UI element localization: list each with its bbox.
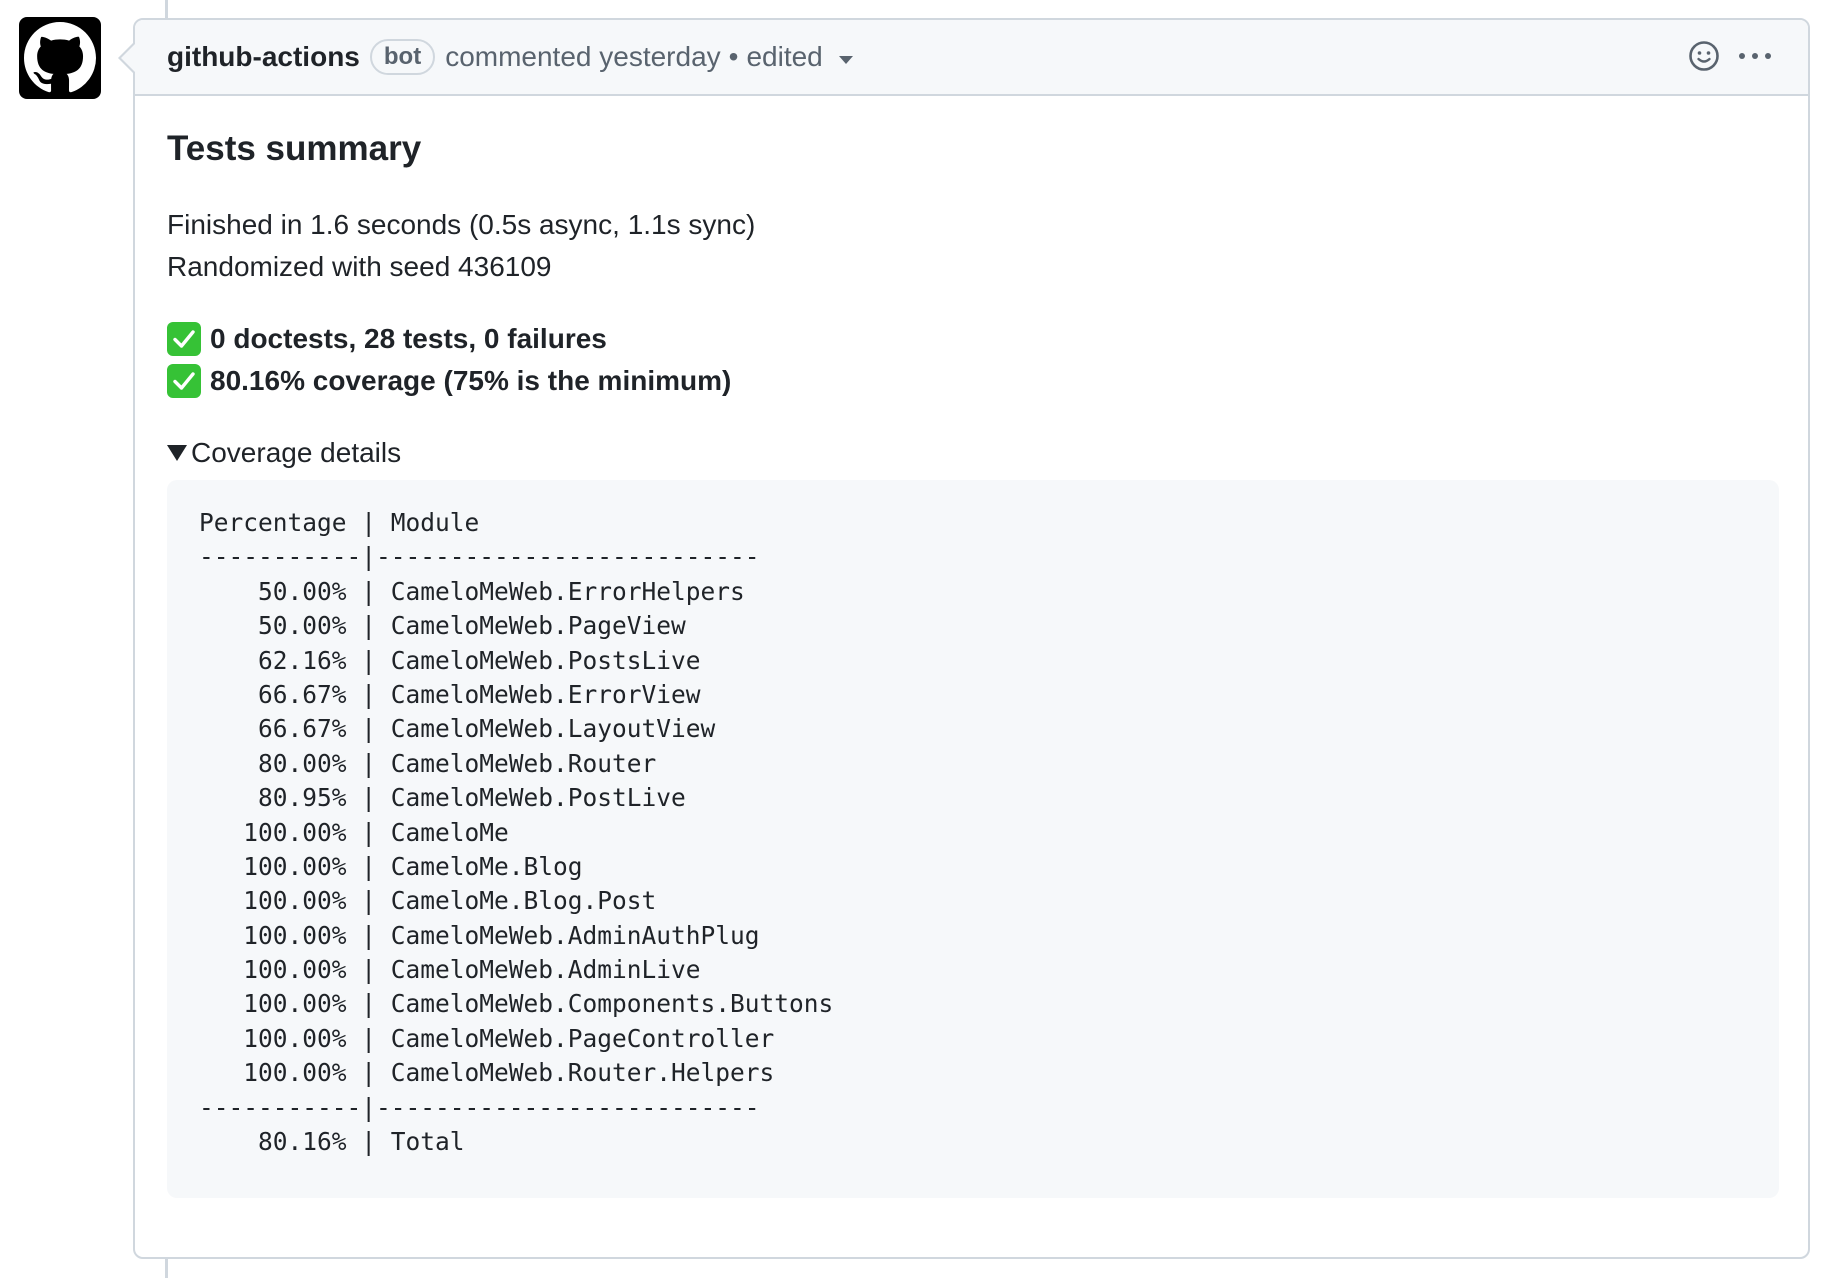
table-row: 100.00% | CameloMeWeb.PageController	[199, 1023, 775, 1053]
coverage-result-text: 80.16% coverage (75% is the minimum)	[210, 365, 732, 396]
table-row: 100.00% | CameloMe.Blog.Post	[199, 886, 657, 916]
tests-result-text: 0 doctests, 28 tests, 0 failures	[210, 323, 607, 354]
white-check-mark-icon	[167, 364, 201, 398]
edited-dropdown[interactable]: edited	[746, 41, 853, 73]
table-row: 100.00% | CameloMe	[199, 817, 509, 847]
table-row: 50.00% | CameloMeWeb.ErrorHelpers	[199, 576, 745, 606]
table-row: 100.00% | CameloMe.Blog	[199, 851, 583, 881]
comment-card: github-actions bot commented yesterday •…	[118, 18, 1810, 1259]
table-header: Percentage | Module	[199, 508, 480, 537]
edited-label: edited	[746, 41, 823, 72]
table-row: 66.67% | CameloMeWeb.LayoutView	[199, 714, 716, 744]
summary-heading: Tests summary	[167, 129, 422, 168]
coverage-code-block: Percentage | Module -----------|---------…	[167, 480, 1779, 1198]
author-link[interactable]: github-actions	[167, 41, 360, 73]
table-row: 100.00% | CameloMeWeb.Components.Buttons	[199, 989, 834, 1019]
header-actions	[1688, 40, 1772, 72]
comment-body: Tests summary Finished in 1.6 seconds (0…	[135, 96, 1808, 1198]
avatar[interactable]	[19, 17, 101, 99]
coverage-result: 80.16% coverage (75% is the minimum)	[167, 360, 1776, 402]
table-row: 62.16% | CameloMeWeb.PostsLive	[199, 645, 701, 675]
table-row: 100.00% | CameloMeWeb.AdminAuthPlug	[199, 920, 760, 950]
table-row: 80.95% | CameloMeWeb.PostLive	[199, 783, 686, 813]
add-reaction-button[interactable]	[1688, 40, 1720, 72]
tests-result: 0 doctests, 28 tests, 0 failures	[167, 318, 1776, 360]
meta-separator: •	[728, 41, 739, 72]
kebab-horizontal-icon	[1739, 53, 1771, 59]
table-row: 100.00% | CameloMeWeb.Router.Helpers	[199, 1058, 775, 1088]
coverage-details: Coverage details Percentage | Module ----…	[167, 432, 1779, 1198]
table-divider: -----------|--------------------------	[199, 542, 760, 572]
github-octocat-icon	[24, 22, 96, 93]
comment-timestamp[interactable]: commented yesterday	[445, 41, 720, 73]
details-summary-label: Coverage details	[191, 437, 402, 468]
finished-text: Finished in 1.6 seconds (0.5s async, 1.1…	[167, 209, 756, 240]
table-row: 80.00% | CameloMeWeb.Router	[199, 748, 657, 778]
table-row: 50.00% | CameloMeWeb.PageView	[199, 611, 686, 641]
details-summary-toggle[interactable]: Coverage details	[167, 432, 1776, 474]
comment-menu-button[interactable]	[1738, 50, 1772, 62]
chevron-down-icon	[838, 56, 853, 64]
run-info: Finished in 1.6 seconds (0.5s async, 1.1…	[167, 204, 1776, 288]
comment-header: github-actions bot commented yesterday •…	[135, 20, 1808, 96]
disclosure-triangle-icon	[167, 444, 187, 461]
smiley-icon	[1689, 41, 1719, 71]
bot-badge: bot	[369, 39, 436, 75]
table-divider: -----------|--------------------------	[199, 1092, 760, 1122]
table-row: 100.00% | CameloMeWeb.AdminLive	[199, 955, 701, 985]
table-total-row: 80.16% | Total	[199, 1127, 465, 1157]
white-check-mark-icon	[167, 322, 201, 356]
table-row: 66.67% | CameloMeWeb.ErrorView	[199, 679, 701, 709]
seed-text: Randomized with seed 436109	[167, 251, 552, 282]
check-results: 0 doctests, 28 tests, 0 failures 80.16% …	[167, 318, 1776, 402]
